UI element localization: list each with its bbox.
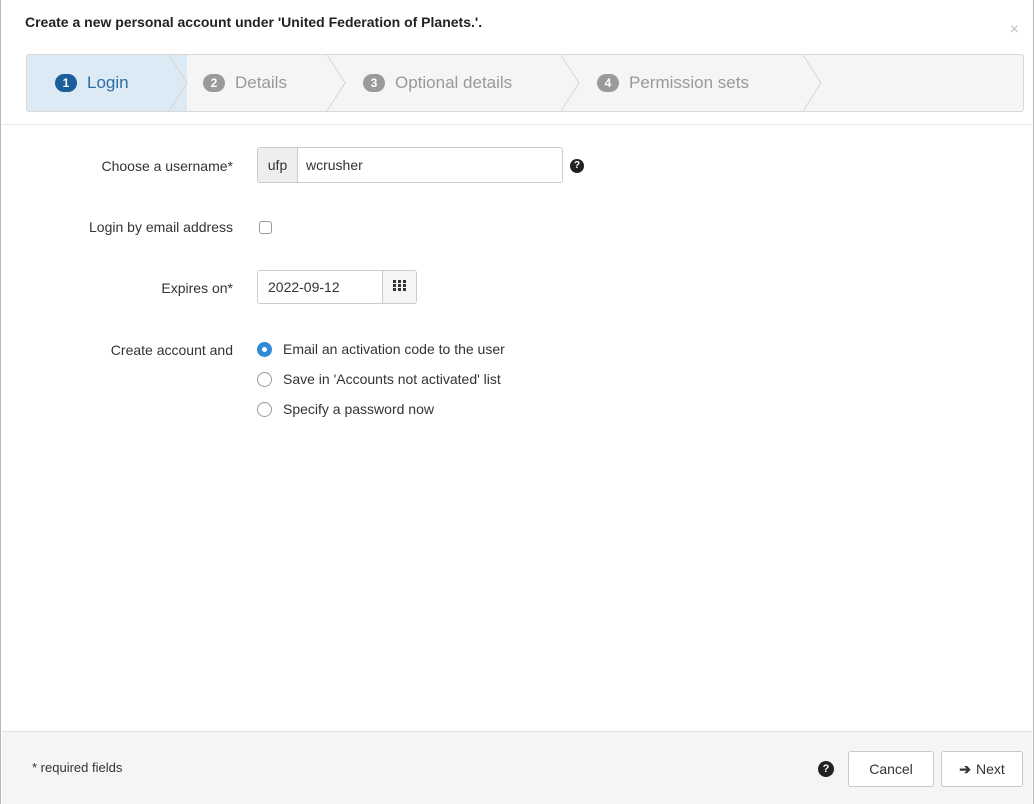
step-number-badge: 4	[597, 74, 619, 92]
close-icon[interactable]: ×	[1010, 22, 1019, 38]
step-number-badge: 3	[363, 74, 385, 92]
step-label: Details	[235, 73, 287, 92]
step-separator-chevron	[327, 55, 347, 111]
step-optional-details[interactable]: 3 Optional details	[363, 55, 512, 111]
create-account-label: Create account and	[110, 342, 233, 358]
wizard-steps: 1 Login 2 Details 3 Optional details 4 P…	[26, 54, 1024, 112]
username-input-group: ufp	[257, 147, 563, 183]
step-login[interactable]: 1 Login	[55, 55, 129, 111]
cancel-button[interactable]: Cancel	[848, 751, 934, 787]
required-fields-note: * required fields	[32, 760, 123, 775]
step-label: Login	[87, 73, 129, 92]
radio-option-email-activation[interactable]: Email an activation code to the user	[257, 341, 505, 357]
radio-option-specify-password[interactable]: Specify a password now	[257, 401, 434, 417]
create-account-dialog: Create a new personal account under 'Uni…	[0, 0, 1034, 804]
step-number-badge: 1	[55, 74, 77, 92]
login-by-email-checkbox[interactable]	[259, 221, 272, 234]
question-circle-icon[interactable]: ?	[570, 159, 584, 173]
step-separator-chevron	[561, 55, 581, 111]
calendar-button[interactable]	[382, 271, 416, 303]
login-by-email-label: Login by email address	[89, 219, 233, 235]
dialog-footer: * required fields ? Cancel ➔ Next	[2, 731, 1032, 804]
next-button[interactable]: ➔ Next	[941, 751, 1023, 787]
step-label: Optional details	[395, 73, 513, 92]
dialog-title: Create a new personal account under 'Uni…	[25, 14, 483, 30]
step-number-badge: 2	[203, 74, 225, 92]
radio-button[interactable]	[257, 371, 272, 387]
expires-on-date-group	[257, 270, 417, 304]
arrow-right-icon: ➔	[959, 760, 971, 777]
step-separator-chevron	[803, 55, 823, 111]
username-label: Choose a username*	[101, 158, 233, 174]
radio-option-save-not-activated[interactable]: Save in 'Accounts not activated' list	[257, 371, 501, 387]
radio-button[interactable]	[257, 341, 272, 357]
header-divider	[2, 124, 1032, 125]
expires-on-input[interactable]	[258, 271, 382, 303]
radio-option-label: Email an activation code to the user	[283, 341, 505, 357]
radio-option-label: Specify a password now	[283, 401, 434, 417]
next-button-label: Next	[975, 761, 1005, 777]
step-permission-sets[interactable]: 4 Permission sets	[597, 55, 749, 111]
radio-button[interactable]	[257, 401, 272, 417]
username-input[interactable]	[298, 148, 562, 182]
question-circle-icon[interactable]: ?	[818, 761, 834, 777]
step-details[interactable]: 2 Details	[203, 55, 287, 111]
username-prefix-addon: ufp	[258, 148, 298, 182]
calendar-grid-icon	[393, 278, 406, 296]
expires-on-label: Expires on*	[161, 280, 233, 296]
step-separator-chevron	[169, 55, 189, 111]
radio-option-label: Save in 'Accounts not activated' list	[283, 371, 501, 387]
step-label: Permission sets	[629, 73, 749, 92]
